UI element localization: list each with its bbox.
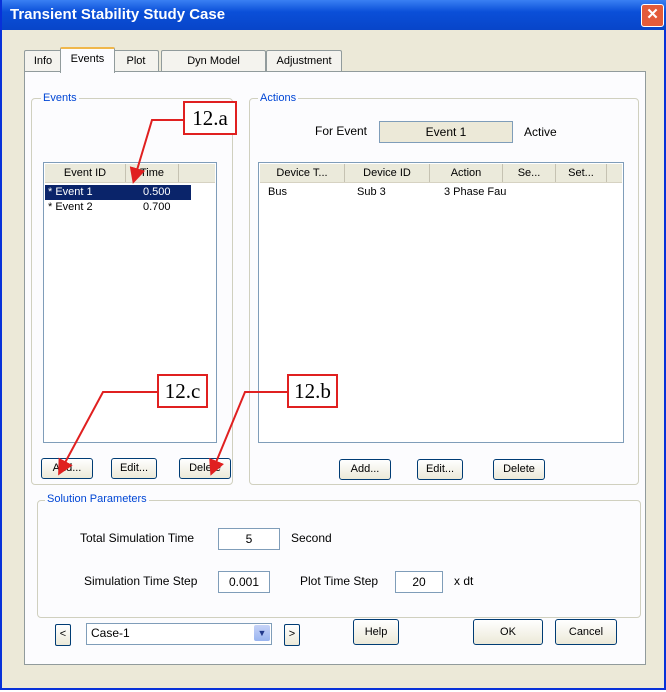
- annotation-12b: 12.b: [287, 374, 338, 408]
- arrow-12a: [129, 119, 183, 184]
- arrow-12b: [209, 391, 287, 476]
- arrow-12c: [58, 391, 157, 476]
- tab-events[interactable]: Events: [60, 47, 115, 73]
- annotation-arrows: [58, 119, 287, 476]
- annotation-12a: 12.a: [183, 101, 237, 135]
- annotation-12c: 12.c: [157, 374, 208, 408]
